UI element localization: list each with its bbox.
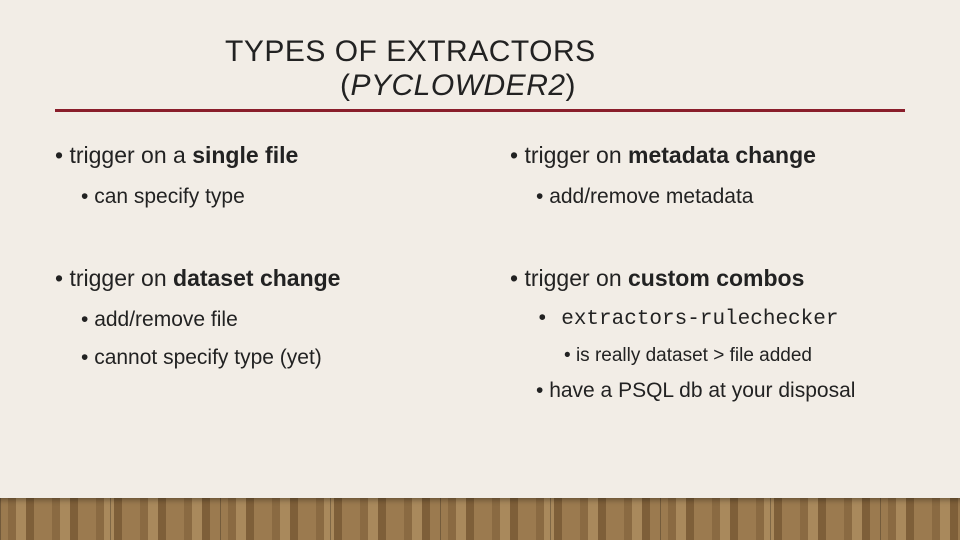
left-item-b-sub2: cannot specify type (yet)	[81, 346, 450, 370]
title-line2: (PYCLOWDER2)	[340, 69, 905, 103]
title-subtitle: PYCLOWDER2	[351, 69, 566, 102]
right-column: trigger on metadata change add/remove me…	[510, 134, 905, 417]
right-b-bold: custom combos	[628, 265, 804, 291]
right-item-b: trigger on custom combos	[510, 265, 905, 292]
right-item-b-sub1-sub: is really dataset > file added	[564, 345, 905, 367]
left-a-pre: trigger on a	[69, 142, 192, 168]
left-item-a: trigger on a single file	[55, 142, 450, 169]
right-item-b-sub1: extractors-rulechecker	[536, 308, 905, 331]
right-item-a-sub1: add/remove metadata	[536, 185, 905, 209]
left-item-b-sub1: add/remove file	[81, 308, 450, 332]
divider	[55, 109, 905, 112]
left-b-bold: dataset change	[173, 265, 340, 291]
left-item-a-sub1: can specify type	[81, 185, 450, 209]
floor-decoration	[0, 498, 960, 540]
right-item-a: trigger on metadata change	[510, 142, 905, 169]
left-item-b: trigger on dataset change	[55, 265, 450, 292]
left-b-pre: trigger on	[69, 265, 173, 291]
left-a-bold: single file	[192, 142, 298, 168]
right-item-b-sub2: have a PSQL db at your disposal	[536, 379, 905, 403]
left-column: trigger on a single file can specify typ…	[55, 134, 450, 417]
right-a-bold: metadata change	[628, 142, 816, 168]
spacer	[55, 223, 450, 257]
spacer	[510, 223, 905, 257]
content-columns: trigger on a single file can specify typ…	[55, 134, 905, 417]
right-b-pre: trigger on	[524, 265, 628, 291]
title-line1: TYPES OF EXTRACTORS	[225, 35, 905, 69]
slide: TYPES OF EXTRACTORS (PYCLOWDER2) trigger…	[0, 0, 960, 540]
title-block: TYPES OF EXTRACTORS (PYCLOWDER2)	[225, 35, 905, 103]
right-a-pre: trigger on	[524, 142, 628, 168]
